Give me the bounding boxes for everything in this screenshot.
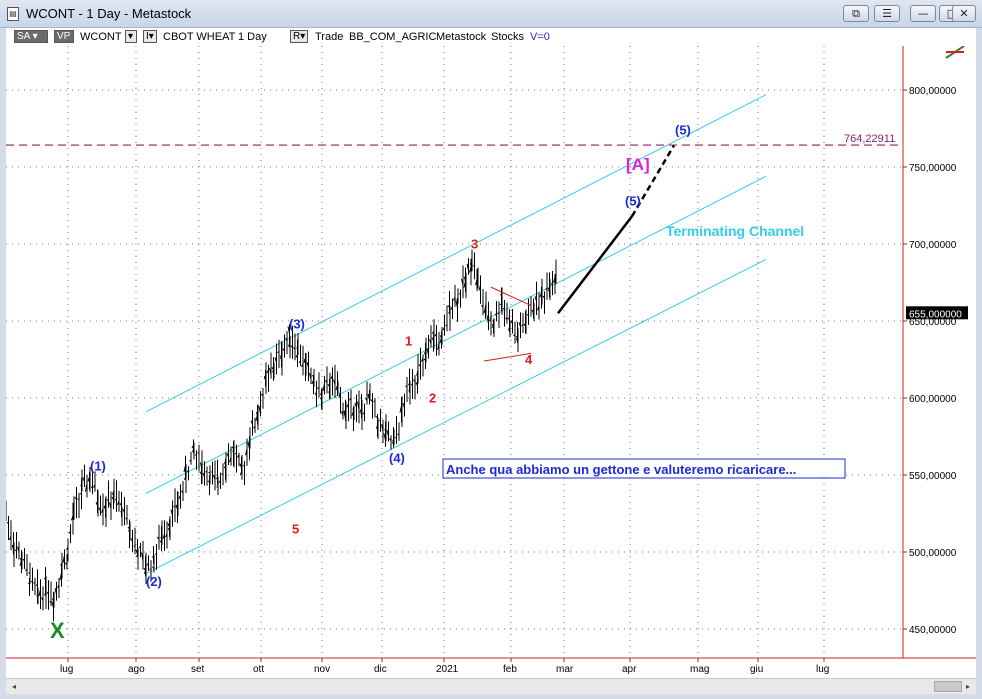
price-bar-tick — [79, 493, 82, 495]
window-title: WCONT - 1 Day - Metastock — [26, 6, 192, 21]
scroll-thumb[interactable] — [934, 681, 962, 692]
wave-label: X — [50, 618, 65, 643]
price-tick-label: 500,00000 — [909, 548, 957, 559]
channel-upper-line — [145, 94, 767, 413]
title-bar: ▤ WCONT - 1 Day - Metastock ⧉ ☰ — ✕ — [0, 0, 982, 28]
wave-label: (2) — [146, 574, 162, 589]
price-tick-label: 600,00000 — [909, 394, 957, 405]
time-tick-label: ott — [253, 664, 264, 675]
channel-lower-line — [145, 258, 767, 575]
price-tick-label: 550,00000 — [909, 471, 957, 482]
projection-solid-line — [557, 215, 633, 315]
r-box[interactable]: R▾ — [290, 30, 308, 43]
period-label[interactable]: 1 Day — [238, 30, 267, 44]
document-icon: ▤ — [7, 7, 19, 21]
time-tick-label: set — [191, 664, 205, 675]
time-tick-label: apr — [622, 664, 637, 675]
vp-button[interactable]: VP — [54, 30, 74, 43]
wave-label: 2 — [429, 391, 436, 406]
time-tick-label: giu — [750, 664, 763, 675]
time-tick-label: lug — [60, 664, 73, 675]
last-price-label: 655,000000 — [909, 309, 962, 320]
terminating-channel-label: Terminating Channel — [666, 223, 804, 239]
horizontal-scrollbar[interactable]: ◂ ▸ — [6, 678, 976, 694]
sector-label: BB_COM_AGRIC — [349, 31, 437, 43]
price-tick-label: 800,00000 — [909, 86, 957, 97]
time-axis: lug ago set ott nov dic 2021 feb mar apr mag giu lug — [60, 658, 829, 675]
projection — [557, 144, 676, 315]
time-tick-label: lug — [816, 664, 829, 675]
wave-label: 5 — [292, 522, 299, 537]
close-button[interactable]: ✕ — [952, 5, 976, 22]
price-bar-tick — [160, 536, 163, 539]
restore-layout-button[interactable]: ⧉ — [843, 5, 869, 22]
sa-button[interactable]: SA ▾ — [14, 30, 48, 43]
price-bar-tick — [173, 505, 176, 508]
volume-label: V=0 — [530, 31, 550, 43]
price-bar-tick — [72, 504, 75, 507]
wave-label: [A] — [626, 155, 650, 174]
wave-label: (5) — [625, 194, 641, 209]
wave-label: 3 — [471, 237, 478, 252]
scroll-left-icon[interactable]: ◂ — [7, 680, 21, 693]
trade-label[interactable]: Trade — [315, 30, 343, 44]
price-bar-tick — [521, 324, 524, 327]
price-bar-tick — [28, 572, 31, 574]
time-tick-label: nov — [314, 664, 330, 675]
target-line: 764,22911 — [6, 133, 903, 146]
time-tick-label: 2021 — [436, 664, 459, 675]
price-bar-tick — [154, 553, 157, 555]
price-tick-label: 450,00000 — [909, 625, 957, 636]
target-level-label: 764,22911 — [844, 133, 895, 145]
price-tick-label: 750,00000 — [909, 163, 957, 174]
price-bar-tick — [373, 400, 376, 403]
symbol-dropdown-icon[interactable]: ▾ — [125, 30, 137, 43]
price-bar-tick — [526, 313, 529, 316]
price-bar-tick — [151, 556, 154, 558]
chart-area[interactable]: 764,22911 (1) (2) (3) (4) (5) (5) [A] 1 2 3 4 5 X 80… — [4, 45, 976, 678]
security-name: CBOT WHEAT — [163, 31, 236, 43]
triangle-lower-line — [483, 352, 532, 362]
wave-label: (3) — [289, 317, 305, 332]
price-tick-label: 700,00000 — [909, 240, 957, 251]
draw-tool-icon[interactable] — [945, 45, 965, 59]
menu-button[interactable]: ☰ — [874, 5, 900, 22]
wave-label: (5) — [675, 123, 691, 138]
price-bar-tick — [210, 471, 213, 473]
price-chart[interactable]: 764,22911 (1) (2) (3) (4) (5) (5) [A] 1 2 3 4 5 X 80… — [4, 45, 976, 678]
price-bar-tick — [545, 288, 548, 290]
terminating-channel — [145, 94, 767, 575]
type-label: Stocks — [491, 31, 525, 43]
symbol-toolbar: SA ▾ VP WCONT ▾ I▾ CBOT WHEAT 1 Day R▾ T… — [6, 28, 976, 46]
r-dropdown-icon: ▾ — [300, 31, 306, 42]
price-bar-tick — [90, 486, 93, 488]
note-text: Anche qua abbiamo un gettone e valuterem… — [446, 462, 796, 477]
time-tick-label: feb — [503, 664, 517, 675]
price-bars — [4, 249, 557, 622]
wave-label: (4) — [389, 451, 405, 466]
time-tick-label: ago — [128, 664, 145, 675]
wave-label: 4 — [525, 352, 533, 367]
minimize-window-button[interactable]: — — [910, 5, 936, 22]
source-label: Metastock — [436, 31, 487, 43]
interval-box[interactable]: I▾ — [143, 30, 157, 43]
time-tick-label: dic — [374, 664, 387, 675]
symbol-label[interactable]: WCONT — [80, 30, 122, 44]
sa-dropdown-icon: ▾ — [32, 31, 38, 42]
wave-label: 1 — [405, 334, 412, 349]
time-tick-label: mar — [556, 664, 574, 675]
time-tick-label: mag — [690, 664, 709, 675]
scroll-right-icon[interactable]: ▸ — [961, 680, 975, 693]
grid — [6, 46, 906, 658]
interval-dropdown-icon: ▾ — [148, 31, 154, 42]
sa-label: SA — [17, 31, 30, 42]
wave-label: (1) — [90, 458, 106, 473]
